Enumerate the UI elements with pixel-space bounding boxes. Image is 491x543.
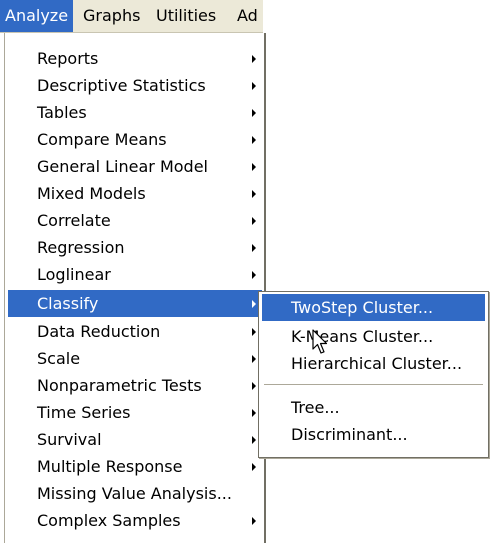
submenu-arrow-icon [252,217,256,225]
submenu-arrow-icon [252,355,256,363]
menu-bar: Analyze Graphs Utilities Ad [0,0,263,33]
submenu-item-label: Discriminant... [291,425,408,444]
submenu-arrow-icon [252,409,256,417]
menu-item-missing-value-analysis[interactable]: Missing Value Analysis... [8,480,262,507]
submenu-arrow-icon [252,190,256,198]
menu-item-label: Time Series [37,403,131,422]
menu-item-regression[interactable]: Regression [8,234,262,261]
menu-item-label: Nonparametric Tests [37,376,202,395]
submenu-item-label: TwoStep Cluster... [291,298,434,317]
menu-add-ons[interactable]: Ad [232,0,263,32]
menu-item-multiple-response[interactable]: Multiple Response [8,453,262,480]
submenu-item-discriminant[interactable]: Discriminant... [262,421,485,448]
submenu-item-label: Tree... [291,398,340,417]
menu-item-label: Missing Value Analysis... [37,484,232,503]
submenu-arrow-icon [252,328,256,336]
menu-analyze[interactable]: Analyze [0,0,74,32]
analyze-menu: Reports Descriptive Statistics Tables Co… [4,33,266,543]
submenu-arrow-icon [252,382,256,390]
menu-item-label: Classify [37,294,99,313]
menu-item-compare-means[interactable]: Compare Means [8,126,262,153]
menu-item-descriptive-statistics[interactable]: Descriptive Statistics [8,72,262,99]
menu-item-label: Compare Means [37,130,167,149]
menu-item-label: Loglinear [37,265,111,284]
menu-item-label: Scale [37,349,81,368]
menu-item-label: Complex Samples [37,511,181,530]
menu-item-nonparametric-tests[interactable]: Nonparametric Tests [8,372,262,399]
submenu-arrow-icon [252,55,256,63]
menu-item-label: Tables [37,103,87,122]
menu-item-classify[interactable]: Classify [8,290,262,317]
submenu-arrow-icon [252,300,256,308]
menu-item-reports[interactable]: Reports [8,45,262,72]
menu-item-label: Correlate [37,211,111,230]
menu-graphs[interactable]: Graphs [78,0,145,32]
menu-utilities[interactable]: Utilities [151,0,221,32]
menu-item-mixed-models[interactable]: Mixed Models [8,180,262,207]
submenu-item-k-means-cluster[interactable]: K-Means Cluster... [262,323,485,350]
menu-item-label: Survival [37,430,102,449]
classify-submenu: TwoStep Cluster... K-Means Cluster... Hi… [258,291,489,458]
menu-item-correlate[interactable]: Correlate [8,207,262,234]
submenu-item-hierarchical-cluster[interactable]: Hierarchical Cluster... [262,350,485,377]
submenu-separator [264,384,483,386]
submenu-arrow-icon [252,82,256,90]
menu-item-label: Descriptive Statistics [37,76,206,95]
submenu-arrow-icon [252,109,256,117]
submenu-arrow-icon [252,517,256,525]
menu-item-label: Regression [37,238,125,257]
submenu-arrow-icon [252,163,256,171]
submenu-arrow-icon [252,463,256,471]
submenu-arrow-icon [252,436,256,444]
menu-item-time-series[interactable]: Time Series [8,399,262,426]
menu-item-data-reduction[interactable]: Data Reduction [8,318,262,345]
menu-item-label: Multiple Response [37,457,183,476]
menu-item-complex-samples[interactable]: Complex Samples [8,507,262,534]
submenu-arrow-icon [252,136,256,144]
menu-item-tables[interactable]: Tables [8,99,262,126]
menu-item-label: Mixed Models [37,184,146,203]
menu-item-label: General Linear Model [37,157,208,176]
menu-item-general-linear-model[interactable]: General Linear Model [8,153,262,180]
submenu-item-tree[interactable]: Tree... [262,394,485,421]
mouse-pointer-icon [312,329,328,354]
menu-item-loglinear[interactable]: Loglinear [8,261,262,288]
submenu-arrow-icon [252,271,256,279]
submenu-arrow-icon [252,244,256,252]
submenu-item-twostep-cluster[interactable]: TwoStep Cluster... [262,294,485,321]
menu-item-survival[interactable]: Survival [8,426,262,453]
menu-item-scale[interactable]: Scale [8,345,262,372]
menu-item-label: Data Reduction [37,322,161,341]
menu-item-label: Reports [37,49,99,68]
